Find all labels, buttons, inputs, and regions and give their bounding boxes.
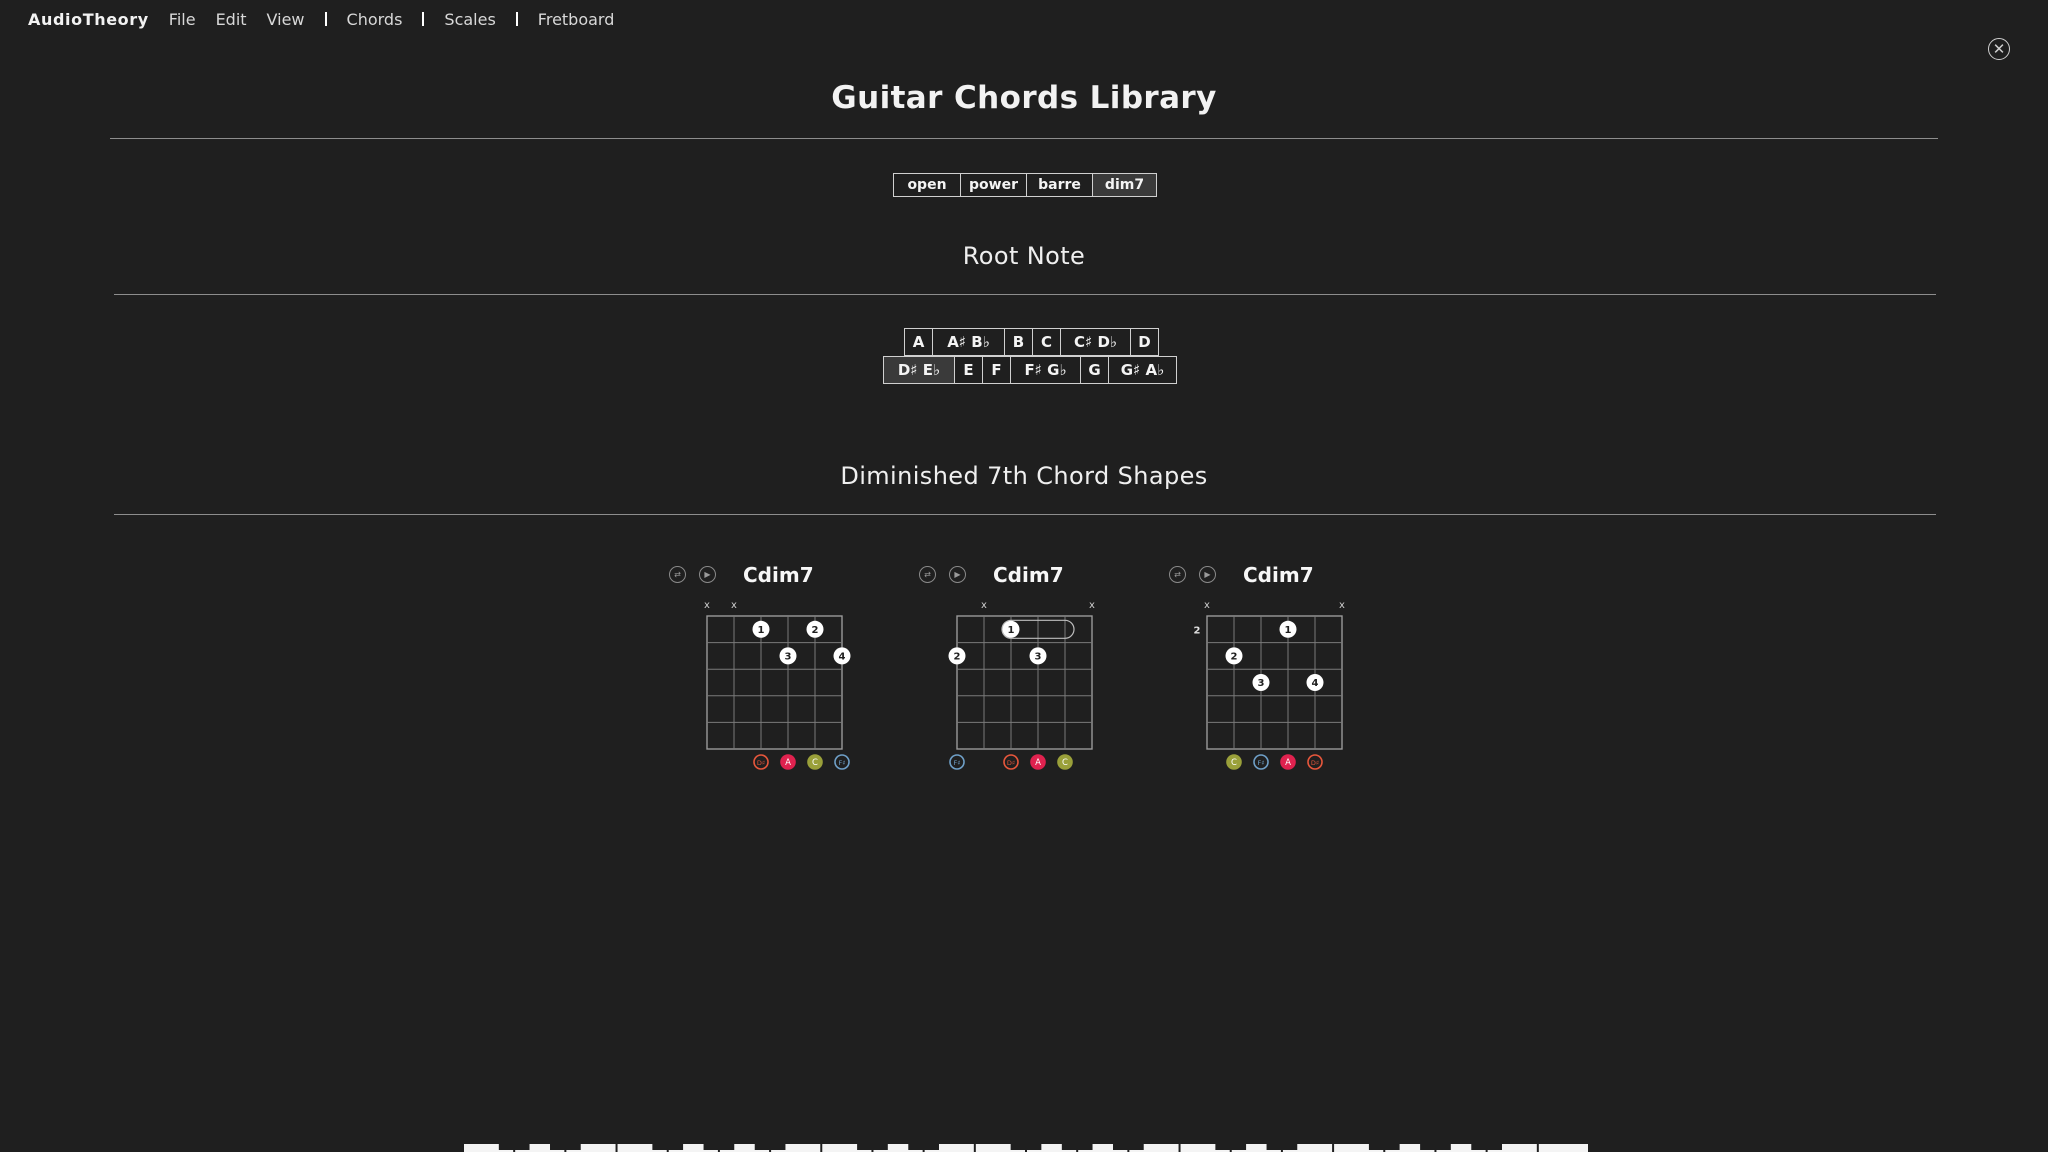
finger-number: 4 [1312, 678, 1319, 689]
muted-string-mark: x [1204, 600, 1210, 611]
piano-black-key [1113, 1144, 1144, 1150]
chord-card: ⇄ ▶ Cdim7 x x 2 1 2 3 4 C F♯ A D♯ [1169, 563, 1359, 806]
menu-bar: AudioTheory File Edit View Chords Scales… [28, 0, 634, 38]
chord-type-power[interactable]: power [960, 174, 1026, 196]
shapes-heading: Diminished 7th Chord Shapes [840, 462, 1208, 490]
piano-black-key [754, 1144, 786, 1150]
root-note-d-sharp[interactable]: D♯ E♭ [884, 357, 954, 383]
nav-fretboard[interactable]: Fretboard [538, 10, 615, 29]
piano-black-key [652, 1144, 684, 1150]
piano-keyboard[interactable] [463, 1140, 1589, 1152]
root-note-d[interactable]: D [1130, 329, 1158, 355]
piano-black-key [1010, 1144, 1042, 1150]
finger-number: 2 [1231, 652, 1238, 663]
root-note-a-sharp[interactable]: A♯ B♭ [932, 329, 1004, 355]
finger-number: 4 [839, 652, 846, 663]
root-note-g[interactable]: G [1080, 357, 1108, 383]
piano-black-key [550, 1144, 581, 1150]
muted-string-mark: x [981, 600, 987, 611]
menu-separator [324, 12, 327, 26]
finger-number: 1 [758, 625, 765, 636]
root-note-f[interactable]: F [982, 357, 1010, 383]
chord-type-dim7[interactable]: dim7 [1092, 174, 1156, 196]
piano-black-key [908, 1144, 939, 1150]
divider [114, 514, 1936, 515]
piano-black-key [1368, 1144, 1400, 1150]
finger-number: 2 [954, 652, 961, 663]
note-label: A [785, 758, 791, 768]
finger-number: 1 [1008, 625, 1015, 636]
menu-file[interactable]: File [169, 10, 196, 29]
divider [110, 138, 1938, 139]
chord-diagram: x x 1 2 3 F♯ D♯ A C [948, 600, 1095, 770]
root-note-row-1: A A♯ B♭ B C C♯ D♭ D [904, 328, 1159, 356]
page-title: Guitar Chords Library [831, 80, 1217, 116]
finger-number: 3 [1035, 652, 1042, 663]
root-note-c-sharp[interactable]: C♯ D♭ [1060, 329, 1130, 355]
muted-string-mark: x [704, 600, 710, 611]
note-label: D♯ [1007, 759, 1015, 767]
finger-number: 2 [812, 625, 819, 636]
note-label: D♯ [1311, 759, 1319, 767]
root-note-e[interactable]: E [954, 357, 982, 383]
piano-black-key [1471, 1144, 1502, 1150]
chord-diagram: x x 1 2 3 4 D♯ A C F♯ [704, 600, 851, 770]
root-note-g-sharp[interactable]: G♯ A♭ [1108, 357, 1176, 383]
nav-scales[interactable]: Scales [444, 10, 495, 29]
note-label: C [812, 758, 818, 768]
piano-black-key [1215, 1144, 1247, 1150]
piano-black-key [498, 1144, 530, 1150]
root-note-f-sharp[interactable]: F♯ G♭ [1010, 357, 1080, 383]
note-label: F♯ [1258, 759, 1265, 767]
muted-string-mark: x [731, 600, 737, 611]
finger-number: 1 [1285, 625, 1292, 636]
muted-string-mark: x [1339, 600, 1345, 611]
menu-edit[interactable]: Edit [216, 10, 247, 29]
piano-black-key [1420, 1144, 1451, 1150]
root-note-c[interactable]: C [1032, 329, 1060, 355]
root-note-a[interactable]: A [905, 329, 932, 355]
chord-diagram: x x 2 1 2 3 4 C F♯ A D♯ [1194, 600, 1345, 770]
divider [114, 294, 1936, 295]
close-icon: ✕ [1992, 39, 2006, 58]
root-note-heading: Root Note [962, 242, 1086, 270]
piano-black-key [703, 1144, 735, 1150]
chord-card: ⇄ ▶ Cdim7 x x 1 2 3 4 D♯ A C F♯ [669, 563, 859, 806]
note-label: A [1035, 758, 1041, 768]
fretboard-frame [706, 615, 843, 750]
note-label: A [1285, 758, 1291, 768]
piano-black-key [1266, 1144, 1298, 1150]
menu-separator [422, 12, 425, 26]
nav-chords[interactable]: Chords [347, 10, 403, 29]
chord-type-selector: open power barre dim7 [893, 173, 1157, 197]
note-label: C [1231, 758, 1237, 768]
piano-white-key [1538, 1144, 1588, 1152]
menu-view[interactable]: View [267, 10, 305, 29]
root-note-row-2: D♯ E♭ E F F♯ G♭ G G♯ A♭ [883, 356, 1177, 384]
chord-card: ⇄ ▶ Cdim7 x x 1 2 3 F♯ D♯ A C [919, 563, 1109, 806]
menu-separator [515, 12, 518, 26]
chord-type-barre[interactable]: barre [1026, 174, 1092, 196]
finger-number: 3 [1258, 678, 1265, 689]
finger-number: 3 [785, 652, 792, 663]
note-label: F♯ [839, 759, 846, 767]
root-note-b[interactable]: B [1004, 329, 1032, 355]
app-brand: AudioTheory [28, 9, 149, 29]
piano-black-key [1061, 1144, 1093, 1150]
close-button[interactable]: ✕ [1988, 38, 2010, 60]
note-label: D♯ [757, 759, 765, 767]
note-label: C [1062, 758, 1068, 768]
muted-string-mark: x [1089, 600, 1095, 611]
piano-black-key [857, 1144, 888, 1150]
chord-type-open[interactable]: open [894, 174, 960, 196]
note-label: F♯ [954, 759, 961, 767]
start-fret-label: 2 [1194, 625, 1201, 636]
